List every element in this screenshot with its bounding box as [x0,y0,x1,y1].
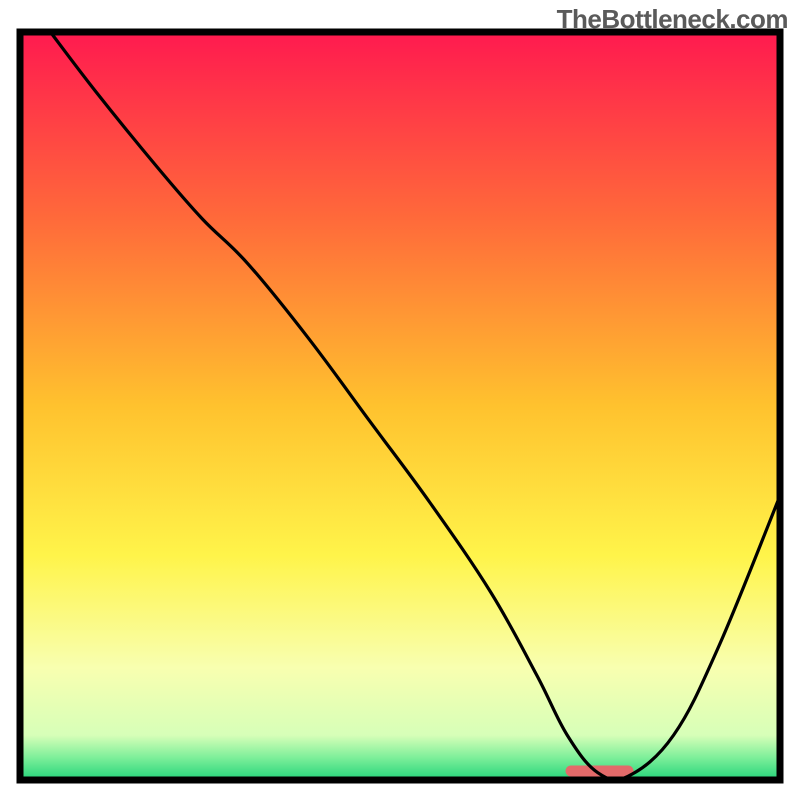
bottleneck-chart: TheBottleneck.com [0,0,800,800]
gradient-background [20,32,780,780]
chart-svg [0,0,800,800]
watermark-label: TheBottleneck.com [557,4,788,35]
